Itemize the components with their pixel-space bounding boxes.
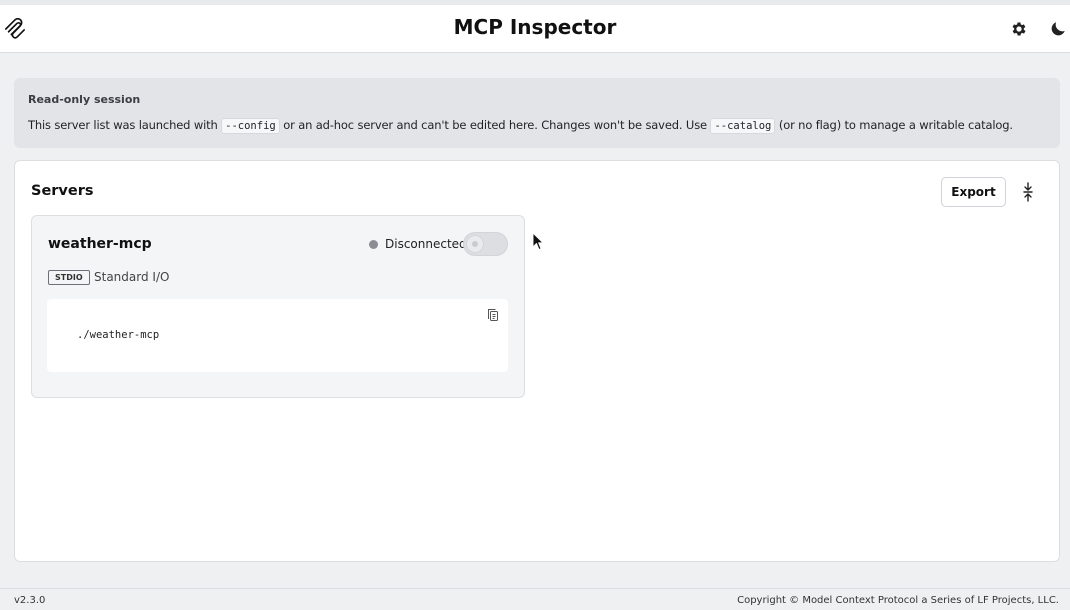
moon-icon[interactable] xyxy=(1049,20,1067,38)
server-name: weather-mcp xyxy=(48,236,152,252)
page-title: MCP Inspector xyxy=(453,15,617,39)
transport-badge: STDIO xyxy=(48,270,90,285)
status-indicator xyxy=(369,240,378,249)
mouse-cursor-icon xyxy=(532,232,544,250)
copyright-text: Copyright © Model Context Protocol a Ser… xyxy=(737,595,1059,606)
banner-title: Read-only session xyxy=(28,93,141,106)
toggle-knob xyxy=(466,235,484,253)
servers-panel: Servers Export weather-mcp Disconnected … xyxy=(14,160,1060,562)
app-header: MCP Inspector xyxy=(0,5,1070,53)
copy-icon[interactable] xyxy=(487,308,499,322)
config-flag-code: --config xyxy=(221,118,280,134)
connection-toggle[interactable] xyxy=(463,232,508,256)
banner-text: This server list was launched with --con… xyxy=(28,118,1013,134)
command-text: ./weather-mcp xyxy=(77,329,160,341)
transport-label: Standard I/O xyxy=(94,270,170,284)
read-only-banner: Read-only session This server list was l… xyxy=(14,78,1060,148)
command-box: ./weather-mcp xyxy=(47,299,508,372)
export-button[interactable]: Export xyxy=(941,177,1006,207)
catalog-flag-code: --catalog xyxy=(710,118,776,134)
servers-title: Servers xyxy=(31,183,94,199)
gear-icon[interactable] xyxy=(1010,20,1028,38)
collapse-icon[interactable] xyxy=(1021,182,1035,202)
app-footer: v2.3.0 Copyright © Model Context Protoco… xyxy=(0,588,1070,610)
version-label: v2.3.0 xyxy=(14,595,46,606)
server-card: weather-mcp Disconnected STDIO Standard … xyxy=(31,215,525,398)
status-text: Disconnected xyxy=(385,237,467,251)
